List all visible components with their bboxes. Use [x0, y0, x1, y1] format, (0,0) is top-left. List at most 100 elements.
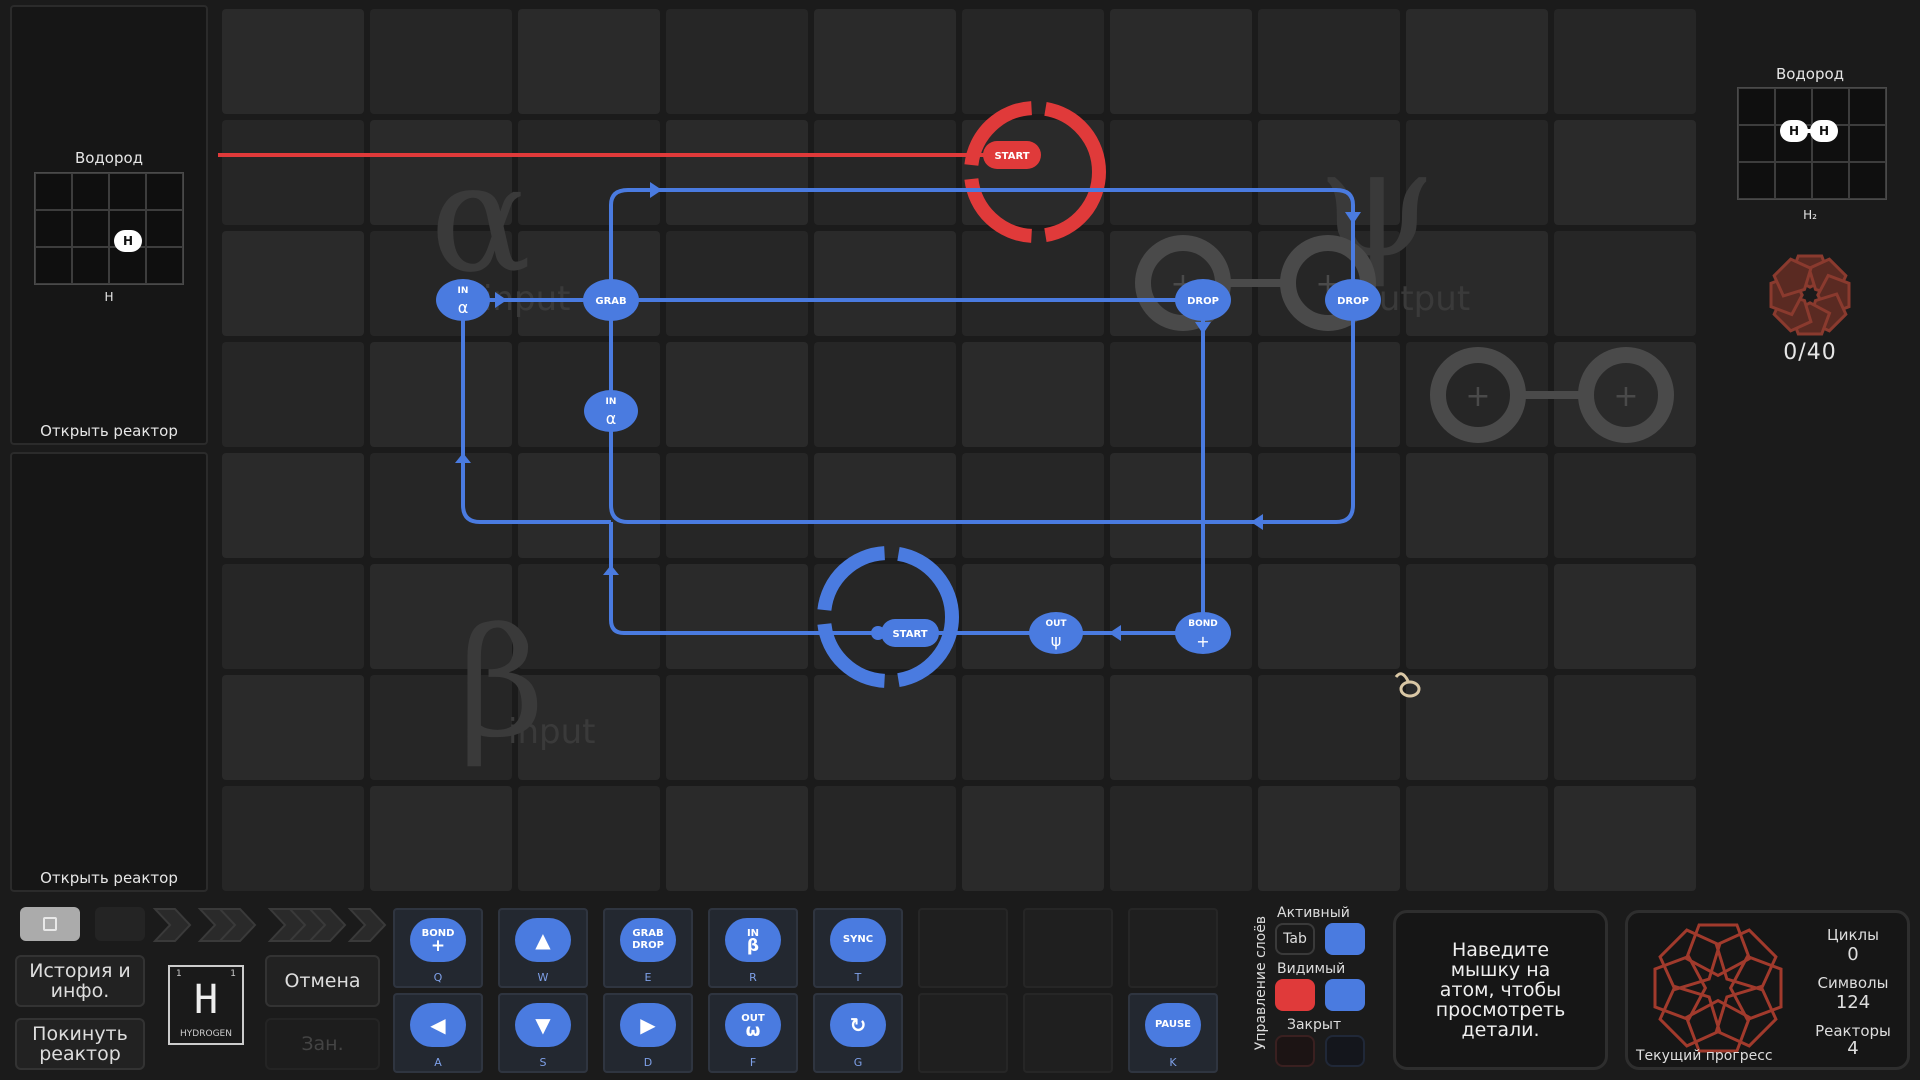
- tool-r[interactable]: IN β R: [708, 908, 798, 988]
- board-cell[interactable]: [518, 342, 660, 447]
- board-cell[interactable]: [1406, 453, 1548, 558]
- board-cell[interactable]: [222, 120, 364, 225]
- board-cell[interactable]: [666, 786, 808, 891]
- board-cell[interactable]: [962, 9, 1104, 114]
- board-cell[interactable]: [814, 342, 956, 447]
- board-cell[interactable]: [370, 453, 512, 558]
- board-cell[interactable]: [1554, 675, 1696, 780]
- reactor-board[interactable]: α input β input ψ output + + + + START I…: [218, 5, 1918, 905]
- blue-node-bond-plus[interactable]: BOND +: [1175, 612, 1231, 654]
- blue-node-out-psi[interactable]: OUT ψ: [1029, 612, 1083, 654]
- blue-node-drop-2[interactable]: DROP: [1325, 279, 1381, 321]
- locked-red-layer[interactable]: [1275, 1035, 1315, 1067]
- board-cell[interactable]: [666, 120, 808, 225]
- board-cell[interactable]: [962, 564, 1104, 669]
- board-cell[interactable]: [814, 453, 956, 558]
- board-cell[interactable]: [1406, 675, 1548, 780]
- tab-key-button[interactable]: Tab: [1275, 923, 1315, 955]
- board-cell[interactable]: [1406, 564, 1548, 669]
- blue-node-grab[interactable]: GRAB: [583, 279, 639, 321]
- history-info-button[interactable]: История и инфо.: [15, 955, 145, 1007]
- board-cell[interactable]: [1406, 786, 1548, 891]
- board-cell[interactable]: [1258, 564, 1400, 669]
- active-blue-layer[interactable]: [1325, 923, 1365, 955]
- board-cell[interactable]: [1406, 9, 1548, 114]
- board-cell[interactable]: [1554, 9, 1696, 114]
- tool-w[interactable]: ▲ W: [498, 908, 588, 988]
- pause-button[interactable]: [95, 907, 145, 941]
- board-cell[interactable]: [222, 564, 364, 669]
- board-cell[interactable]: [814, 786, 956, 891]
- board-cell[interactable]: [1554, 231, 1696, 336]
- visible-blue-layer[interactable]: [1325, 979, 1365, 1011]
- board-cell[interactable]: [1258, 9, 1400, 114]
- board-cell[interactable]: [1554, 120, 1696, 225]
- tool-s[interactable]: ▼ S: [498, 993, 588, 1073]
- tool-k[interactable]: PAUSE K: [1128, 993, 1218, 1073]
- undo-button[interactable]: Отмена: [265, 955, 380, 1007]
- board-cell[interactable]: [1110, 564, 1252, 669]
- board-cell[interactable]: [666, 231, 808, 336]
- board-cell[interactable]: [1110, 120, 1252, 225]
- board-cell[interactable]: [1258, 786, 1400, 891]
- stop-button[interactable]: [20, 907, 80, 941]
- tool-a[interactable]: ◀ A: [393, 993, 483, 1073]
- board-cell[interactable]: [1110, 675, 1252, 780]
- board-cell[interactable]: [814, 9, 956, 114]
- blue-node-drop-1[interactable]: DROP: [1175, 279, 1231, 321]
- board-cell[interactable]: [518, 453, 660, 558]
- red-start-node[interactable]: START: [983, 141, 1041, 169]
- board-cell[interactable]: [962, 786, 1104, 891]
- board-cell[interactable]: [962, 342, 1104, 447]
- board-cell[interactable]: [1110, 9, 1252, 114]
- hydrogen-atom[interactable]: H: [1780, 120, 1808, 142]
- board-cell[interactable]: [222, 342, 364, 447]
- board-cell[interactable]: [962, 231, 1104, 336]
- open-reactor-link[interactable]: Открыть реактор: [12, 869, 206, 887]
- board-cell[interactable]: [962, 453, 1104, 558]
- exit-reactor-button[interactable]: Покинуть реактор: [15, 1018, 145, 1070]
- board-cell[interactable]: [222, 231, 364, 336]
- tool-t[interactable]: SYNC T: [813, 908, 903, 988]
- blue-node-in-alpha-1[interactable]: IN α: [436, 279, 490, 321]
- blue-node-in-alpha-2[interactable]: IN α: [584, 390, 638, 432]
- board-cell[interactable]: [222, 9, 364, 114]
- board-cell[interactable]: [666, 9, 808, 114]
- board-cell[interactable]: [666, 675, 808, 780]
- board-cell[interactable]: [1258, 453, 1400, 558]
- board-cell[interactable]: [222, 786, 364, 891]
- visible-red-layer[interactable]: [1275, 979, 1315, 1011]
- board-cell[interactable]: [518, 120, 660, 225]
- board-cell[interactable]: [814, 231, 956, 336]
- board-cell[interactable]: [518, 9, 660, 114]
- board-cell[interactable]: [1258, 675, 1400, 780]
- board-cell[interactable]: [1110, 342, 1252, 447]
- tool-g[interactable]: ↻ G: [813, 993, 903, 1073]
- open-reactor-link[interactable]: Открыть реактор: [12, 422, 206, 440]
- board-cell[interactable]: [962, 675, 1104, 780]
- locked-blue-layer[interactable]: [1325, 1035, 1365, 1067]
- board-cell[interactable]: [518, 786, 660, 891]
- board-cell[interactable]: [222, 453, 364, 558]
- board-cell[interactable]: [1554, 453, 1696, 558]
- board-cell[interactable]: [370, 9, 512, 114]
- board-cell[interactable]: [814, 675, 956, 780]
- board-cell[interactable]: [1110, 786, 1252, 891]
- board-cell[interactable]: [814, 120, 956, 225]
- board-cell[interactable]: [666, 564, 808, 669]
- board-cell[interactable]: [222, 675, 364, 780]
- board-cell[interactable]: [1554, 564, 1696, 669]
- step-speed-arrows[interactable]: [150, 905, 390, 945]
- tool-q[interactable]: BOND + Q: [393, 908, 483, 988]
- board-cell[interactable]: [1110, 453, 1252, 558]
- board-cell[interactable]: [1554, 786, 1696, 891]
- hydrogen-atom[interactable]: H: [114, 230, 142, 252]
- board-cell[interactable]: [370, 786, 512, 891]
- tool-e[interactable]: GRAB DROP E: [603, 908, 693, 988]
- board-cell[interactable]: [1258, 342, 1400, 447]
- hydrogen-atom[interactable]: H: [1810, 120, 1838, 142]
- board-cell[interactable]: [666, 453, 808, 558]
- tool-f[interactable]: OUT ω F: [708, 993, 798, 1073]
- board-cell[interactable]: [666, 342, 808, 447]
- tool-d[interactable]: ▶ D: [603, 993, 693, 1073]
